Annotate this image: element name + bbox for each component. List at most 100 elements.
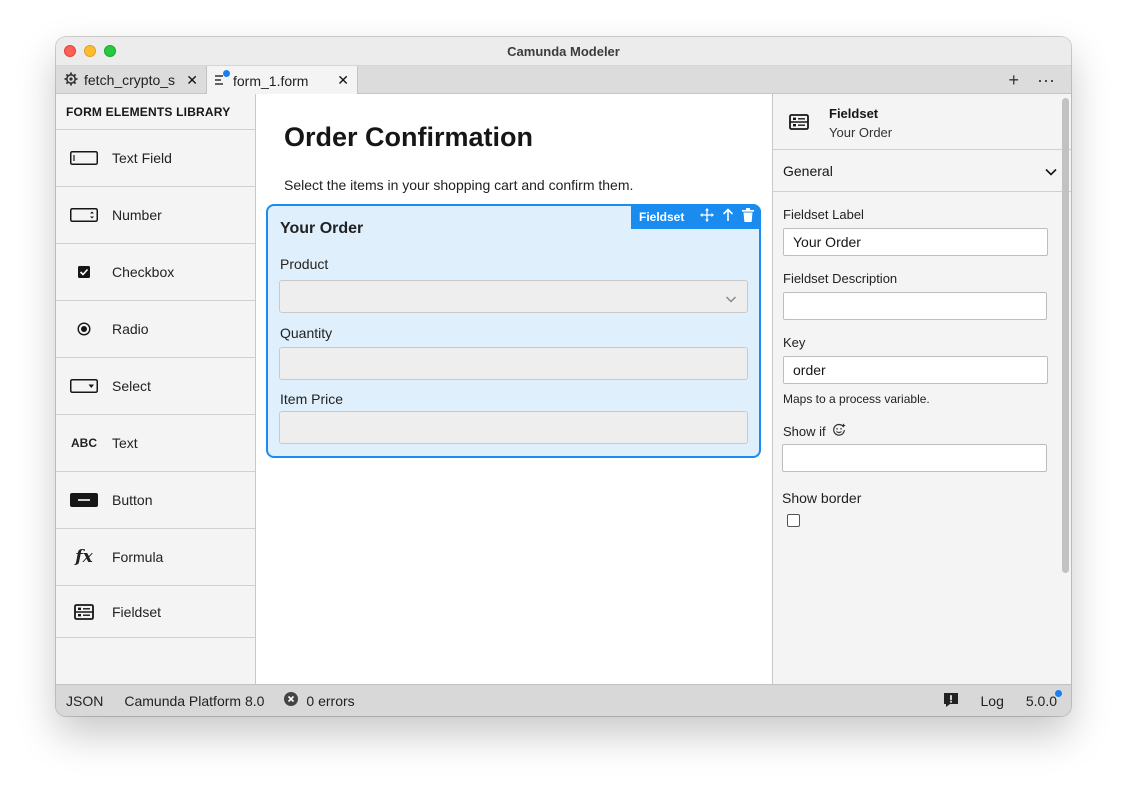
group-title: General — [783, 162, 833, 179]
properties-scrollbar[interactable] — [1062, 98, 1069, 573]
feel-icon[interactable] — [832, 423, 846, 440]
quantity-input[interactable] — [279, 347, 748, 380]
gear-icon — [64, 72, 78, 89]
group-general-header[interactable]: General — [773, 150, 1071, 192]
log-button[interactable]: Log — [981, 693, 1004, 709]
close-icon[interactable]: ✕ — [186, 72, 198, 89]
fieldset-label-label: Fieldset Label — [783, 207, 864, 222]
button-icon — [70, 491, 98, 509]
radio-icon — [70, 320, 98, 338]
number-icon — [70, 206, 98, 224]
errors-count: 0 errors — [306, 692, 355, 709]
library-item-label: Formula — [112, 549, 164, 565]
fieldset-label-input[interactable]: Your Order — [783, 228, 1048, 256]
key-input[interactable]: order — [783, 356, 1048, 384]
item-price-label: Item Price — [280, 391, 344, 407]
platform-selector[interactable]: Camunda Platform 8.0 — [124, 693, 264, 709]
library-item-checkbox[interactable]: Checkbox — [56, 244, 255, 301]
fieldset-icon — [789, 114, 809, 135]
library-item-label: Text Field — [112, 150, 172, 166]
fieldset-description-input[interactable] — [783, 292, 1047, 320]
show-border-label: Show border — [782, 490, 862, 506]
library-item-label: Fieldset — [112, 603, 162, 620]
library-item-label: Select — [112, 378, 151, 394]
fieldset-description-label: Fieldset Description — [783, 271, 898, 286]
library-item-fieldset[interactable]: Fieldset — [56, 586, 255, 638]
checkbox-icon — [70, 263, 98, 281]
tab-fetch-crypto[interactable]: fetch_crypto_s ✕ — [56, 66, 207, 94]
plus-icon[interactable]: + — [1009, 70, 1020, 91]
fieldset-icon — [70, 603, 98, 621]
product-select[interactable] — [279, 280, 748, 313]
chevron-down-icon — [725, 291, 737, 309]
library-item-number[interactable]: Number — [56, 187, 255, 244]
feedback-icon[interactable] — [943, 692, 959, 711]
move-icon[interactable] — [700, 208, 715, 225]
library-header: FORM ELEMENTS LIBRARY — [56, 94, 255, 130]
library-item-radio[interactable]: Radio — [56, 301, 255, 358]
item-price-input[interactable] — [279, 411, 748, 444]
library-item-select[interactable]: Select — [56, 358, 255, 415]
show-if-row: Show if — [783, 423, 846, 440]
library-item-text[interactable]: ABC Text — [56, 415, 255, 472]
trash-icon[interactable] — [742, 208, 755, 225]
close-icon[interactable]: ✕ — [337, 72, 349, 89]
window-controls — [64, 45, 116, 57]
tab-actions: + ··· — [1009, 66, 1056, 94]
error-icon — [284, 692, 299, 709]
update-indicator — [1055, 690, 1062, 697]
properties-header: Fieldset Your Order — [773, 94, 1071, 150]
library-item-label: Text — [112, 435, 138, 451]
window-title: Camunda Modeler — [507, 43, 620, 59]
properties-subtitle: Your Order — [829, 125, 893, 140]
library-item-label: Button — [112, 492, 153, 508]
fieldset-legend: Your Order — [280, 220, 364, 237]
quantity-label: Quantity — [280, 325, 333, 341]
version-info[interactable]: 5.0.0 — [1025, 690, 1062, 709]
json-button[interactable]: JSON — [66, 693, 103, 709]
tab-label: form_1.form — [233, 72, 309, 89]
library-item-text-field[interactable]: Text Field — [56, 130, 255, 187]
app-window: Camunda Modeler fetch_crypto_s ✕ form_1.… — [56, 37, 1071, 716]
library-item-label: Number — [112, 207, 162, 223]
show-border-checkbox[interactable] — [787, 514, 800, 527]
tab-label: fetch_crypto_s — [84, 72, 176, 88]
form-description[interactable]: Select the items in your shopping cart a… — [284, 177, 633, 193]
properties-type: Fieldset — [829, 106, 879, 121]
text-icon: ABC — [71, 436, 97, 450]
library-item-button[interactable]: Button — [56, 472, 255, 529]
form-icon — [215, 69, 230, 89]
library-item-formula[interactable]: fx Formula — [56, 529, 255, 586]
chevron-down-icon — [1045, 163, 1057, 179]
properties-panel: Fieldset Your Order General Fieldset Lab… — [772, 94, 1071, 684]
key-hint: Maps to a process variable. — [783, 392, 930, 406]
product-label: Product — [280, 256, 329, 272]
tab-bar: fetch_crypto_s ✕ form_1.form ✕ + ··· — [56, 66, 1071, 95]
arrow-up-icon[interactable] — [722, 208, 734, 225]
form-elements-library: FORM ELEMENTS LIBRARY Text Field Number … — [56, 94, 256, 684]
more-icon[interactable]: ··· — [1037, 70, 1055, 91]
select-icon — [70, 377, 98, 395]
show-if-input[interactable] — [782, 444, 1047, 472]
maximize-window-button[interactable] — [104, 45, 116, 57]
unsaved-indicator — [223, 69, 230, 77]
tab-form-1[interactable]: form_1.form ✕ — [207, 66, 358, 95]
show-if-label: Show if — [783, 424, 826, 439]
version-label: 5.0.0 — [1025, 693, 1057, 709]
key-label: Key — [783, 335, 806, 350]
form-canvas[interactable]: Order Confirmation Select the items in y… — [256, 94, 772, 684]
fieldset-toolbar-label: Fieldset — [639, 209, 685, 224]
fieldset-your-order[interactable]: Fieldset Your Order Product Quantity Ite… — [266, 204, 761, 458]
title-bar: Camunda Modeler — [56, 37, 1071, 66]
textfield-icon — [70, 149, 98, 167]
errors-indicator[interactable]: 0 errors — [284, 692, 355, 709]
status-bar: JSON Camunda Platform 8.0 0 errors Log 5… — [56, 684, 1071, 716]
status-right: Log 5.0.0 — [943, 685, 1062, 716]
library-item-label: Checkbox — [112, 264, 175, 280]
close-window-button[interactable] — [64, 45, 76, 57]
fieldset-toolbar: Fieldset — [631, 204, 761, 229]
minimize-window-button[interactable] — [84, 45, 96, 57]
form-title[interactable]: Order Confirmation — [284, 122, 533, 153]
library-item-label: Radio — [112, 321, 149, 337]
formula-icon: fx — [75, 547, 93, 567]
